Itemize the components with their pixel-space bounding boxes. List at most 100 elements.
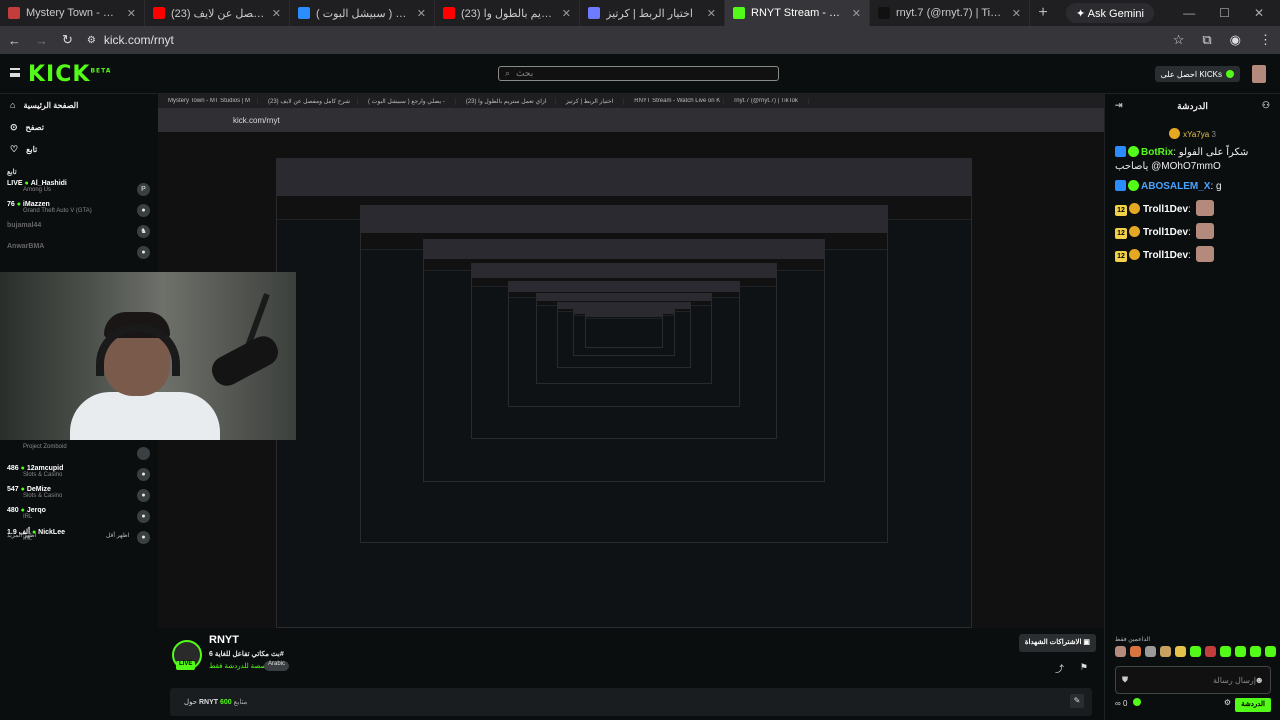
followed-channel[interactable]: 76 ● iMazzen Grand Theft Auto V (GTA) ● [0,201,158,222]
profile-icon[interactable]: ◉ [1230,32,1241,48]
emote-icon[interactable] [1130,646,1141,657]
chat-users-icon[interactable]: ⚇ [1262,100,1270,111]
forward-icon[interactable]: → [35,33,48,48]
browser-tab[interactable]: (23) ازاي تعمل ستريم بالطول وا ✕ [435,0,580,26]
share-icon[interactable]: ⤴ [1055,662,1064,675]
followed-channel[interactable]: 480 ● Jerqo IRL ● [0,507,158,528]
tab-title: rnyt.7 (@rnyt.7) | TikTok [896,7,1006,19]
search-icon: ⌕ [505,68,511,78]
browser-tab[interactable]: (23) شرح كامل ومفصل عن لايف ✕ [145,0,290,26]
bookmark-star-icon[interactable]: ☆ [1173,32,1185,48]
heart-icon: ♡ [10,143,19,154]
emote-icon[interactable] [1265,646,1276,657]
site-info-icon[interactable]: ⚙ [87,35,96,46]
nested-browser-bar [472,264,776,279]
live-dot-icon: ● [18,465,27,472]
chat-username[interactable]: Troll1Dev [1143,227,1188,238]
get-kicks-button[interactable]: احصل على KICKs [1154,66,1240,82]
send-chat-button[interactable]: الدردشة [1235,698,1271,712]
channel-avatar: ● [137,468,150,481]
emoji-icon[interactable]: ☻ [1255,675,1264,685]
chat-footer: ∞ 0 ⚙ الدردشة [1115,698,1271,714]
hamburger-menu-icon[interactable] [10,68,20,77]
emote-icon[interactable] [1205,646,1216,657]
chat-message: 12 Troll1Dev: [1105,243,1280,266]
browser-tab[interactable]: يصلي وارجع ( سبيشل البوت ) - ✕ [290,0,435,26]
viewer-count: 486 [7,465,19,472]
language-tag[interactable]: Arabic [264,661,290,671]
sidebar-nav-item[interactable]: ♡ تابع [0,138,158,160]
chat-message-input[interactable]: ⛊ إرسال رسالة ☻ [1115,666,1271,694]
emote-icon[interactable] [1145,646,1156,657]
tab-title: اختيار الربط | كرتيز [606,7,693,20]
emote-icon[interactable] [1175,646,1186,657]
channel-avatar: P [137,183,150,196]
search-input[interactable]: ⌕ بحث [498,66,779,81]
close-tab-icon[interactable]: ✕ [272,7,281,20]
chat-input-placeholder: إرسال رسالة [1213,676,1256,685]
close-tab-icon[interactable]: ✕ [562,7,571,20]
chat-settings-icon[interactable]: ⚙ [1224,698,1231,707]
channel-category: Slots & Casino [23,493,63,499]
collapse-chat-icon[interactable]: ⇥ [1115,100,1123,111]
followed-channel[interactable]: 486 ● 12amcupid Slots & Casino ● [0,465,158,486]
report-icon[interactable]: ⚑ [1080,662,1088,673]
minimize-icon[interactable]: — [1183,6,1195,20]
reload-icon[interactable]: ↻ [62,32,73,48]
show-less-link[interactable]: اظهر أقل [106,532,129,539]
captured-tab: RNYT Stream - Watch Live on K [624,98,725,104]
captured-tab-bar: Mystery Town - MT Studios | M (23) شرح كا… [158,94,1104,108]
close-tab-icon[interactable]: ✕ [127,7,136,20]
tab-title: Mystery Town - MT Studios | M [26,7,121,19]
captured-address-bar: kick.com/rnyt [158,108,1104,132]
browser-tab[interactable]: Mystery Town - MT Studios | M ✕ [0,0,145,26]
webcam-overlay [0,272,296,440]
extensions-icon[interactable]: ⧉ [1202,32,1211,48]
sidebar-nav-item[interactable]: ⌂ الصفحة الرئيسية [0,94,158,116]
tab-favicon-icon [878,7,890,19]
address-bar: ← → ↻ ⚙ kick.com/rnyt ☆ ⧉ ◉ ⋮ [0,26,1280,54]
browser-tab[interactable]: rnyt.7 (@rnyt.7) | TikTok ✕ [870,0,1030,26]
followed-channel[interactable]: Project Zomboid [0,444,158,465]
browser-tab[interactable]: اختيار الربط | كرتيز ✕ [580,0,725,26]
about-name: RNYT [198,699,219,706]
emote-icon[interactable] [1115,646,1126,657]
browser-tab-bar: Mystery Town - MT Studios | M✕(23) شرح ك… [0,0,1280,26]
followed-channel[interactable]: LIVE ● Al_Hashidi Among Us P [0,180,158,201]
followed-channel[interactable]: AnwarBMA ● [0,243,158,264]
emote-icon[interactable] [1235,646,1246,657]
ask-gemini-button[interactable]: ✦ Ask Gemini [1066,3,1154,23]
emote-icon[interactable] [1190,646,1201,657]
followed-channel[interactable]: bujamal44 ♞ [0,222,158,243]
chat-panel: ⇥ الدردشة ⚇ xYa7ya 3 BotRix: شكراً على ا… [1104,94,1280,720]
subscriptions-button[interactable]: الاشتراكات الشهداة ▣ [1018,634,1096,652]
chat-username[interactable]: Troll1Dev [1143,204,1188,215]
url-field[interactable]: ⚙ kick.com/rnyt [87,33,1159,47]
close-tab-icon[interactable]: ✕ [417,7,426,20]
kick-logo[interactable]: KICKBETA [28,62,111,87]
menu-dots-icon[interactable]: ⋮ [1259,32,1272,48]
chat-username[interactable]: Troll1Dev [1143,250,1188,261]
browser-tab[interactable]: RNYT Stream - Watch Live on K ✕ [725,0,870,26]
followed-channel[interactable]: 547 ● DeMize Slots & Casino ● [0,486,158,507]
infinity-icon: ∞ [1115,699,1121,708]
streamer-name[interactable]: RNYT [209,634,239,646]
close-window-icon[interactable]: ✕ [1254,6,1264,20]
back-icon[interactable]: ← [8,33,21,48]
sidebar-nav-item[interactable]: ⊙ تصفح [0,116,158,138]
maximize-icon[interactable]: ☐ [1219,6,1230,20]
edit-pencil-icon[interactable]: ✎ [1070,694,1084,708]
stream-player[interactable]: Mystery Town - MT Studios | M (23) شرح كا… [158,94,1104,628]
new-tab-button[interactable]: + [1030,4,1056,22]
close-tab-icon[interactable]: ✕ [707,7,716,20]
user-avatar[interactable] [1252,65,1266,83]
chat-username[interactable]: ABOSALEM_X [1141,181,1210,192]
close-tab-icon[interactable]: ✕ [852,7,861,20]
emote-icon[interactable] [1160,646,1171,657]
close-tab-icon[interactable]: ✕ [1012,7,1021,20]
show-more-link[interactable]: اظهر المزيد [7,532,36,539]
tab-favicon-icon [588,7,600,19]
emote-icon[interactable] [1220,646,1231,657]
emote-icon[interactable] [1250,646,1261,657]
chat-username[interactable]: BotRix [1141,147,1173,158]
